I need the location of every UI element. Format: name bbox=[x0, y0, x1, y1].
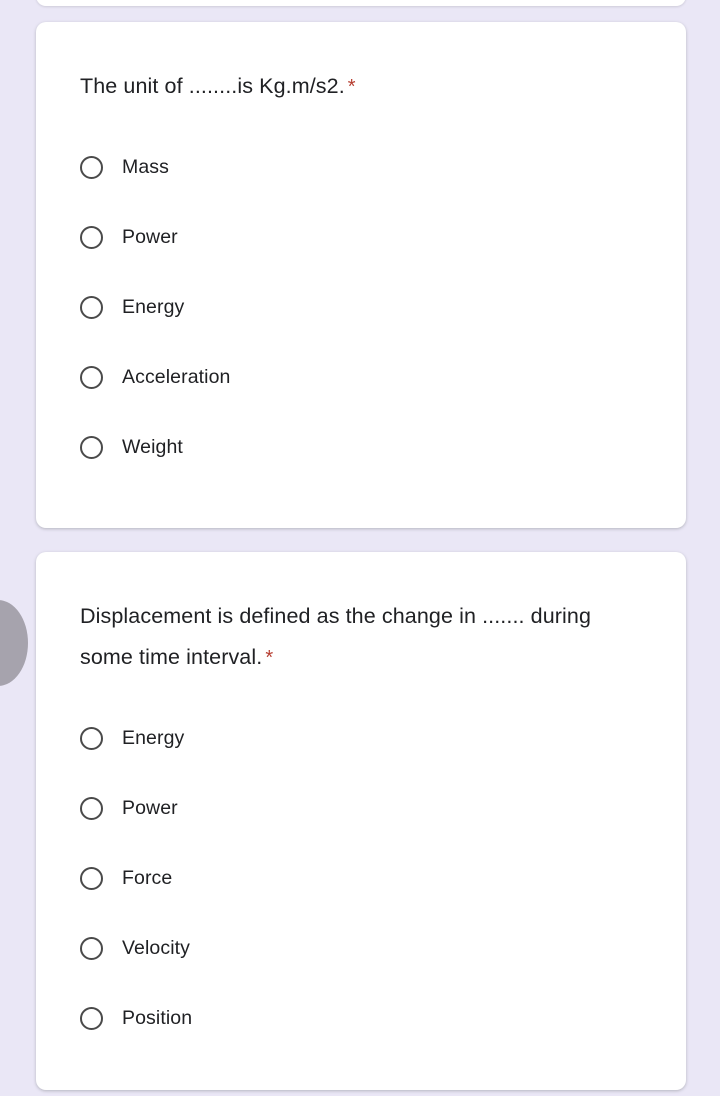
radio-button-icon[interactable] bbox=[80, 936, 103, 960]
question-title: The unit of ........is Kg.m/s2. * bbox=[80, 66, 610, 108]
question-title-text: Displacement is defined as the change in… bbox=[80, 604, 592, 669]
option-label: Power bbox=[122, 225, 178, 248]
option-label: Acceleration bbox=[122, 365, 231, 388]
radio-button-icon[interactable] bbox=[80, 866, 103, 890]
option-label: Velocity bbox=[122, 936, 191, 959]
option-row[interactable]: Energy bbox=[80, 272, 642, 342]
option-row[interactable]: Velocity bbox=[80, 913, 642, 983]
question-title-text: The unit of ........is Kg.m/s2. bbox=[80, 74, 345, 98]
options-group: Mass Power Energy Acceleration Weight bbox=[80, 132, 642, 482]
question-title: Displacement is defined as the change in… bbox=[80, 596, 610, 679]
form-page: The unit of ........is Kg.m/s2. * Mass Po… bbox=[0, 0, 720, 1096]
option-row[interactable]: Power bbox=[80, 773, 642, 843]
option-row[interactable]: Energy bbox=[80, 703, 642, 773]
radio-button-icon[interactable] bbox=[80, 726, 103, 750]
option-label: Mass bbox=[122, 155, 169, 178]
radio-button-icon[interactable] bbox=[80, 225, 103, 249]
radio-button-icon[interactable] bbox=[80, 796, 103, 820]
question-card: Displacement is defined as the change in… bbox=[36, 552, 686, 1090]
option-row[interactable]: Force bbox=[80, 843, 642, 913]
touch-pointer-indicator bbox=[0, 600, 28, 686]
radio-button-icon[interactable] bbox=[80, 295, 103, 319]
option-row[interactable]: Weight bbox=[80, 412, 642, 482]
option-label: Position bbox=[122, 1006, 193, 1029]
required-asterisk: * bbox=[265, 647, 274, 669]
question-card-body: The unit of ........is Kg.m/s2. * Mass Po… bbox=[36, 22, 686, 482]
question-card: The unit of ........is Kg.m/s2. * Mass Po… bbox=[36, 22, 686, 528]
option-row[interactable]: Power bbox=[80, 202, 642, 272]
radio-button-icon[interactable] bbox=[80, 365, 103, 389]
option-label: Energy bbox=[122, 295, 185, 318]
option-row[interactable]: Mass bbox=[80, 132, 642, 202]
radio-button-icon[interactable] bbox=[80, 1006, 103, 1030]
options-group: Energy Power Force Velocity Position bbox=[80, 703, 642, 1053]
required-asterisk: * bbox=[347, 76, 356, 98]
option-row[interactable]: Position bbox=[80, 983, 642, 1053]
radio-button-icon[interactable] bbox=[80, 435, 103, 459]
previous-question-card-partial bbox=[36, 0, 686, 6]
option-label: Force bbox=[122, 866, 173, 889]
option-row[interactable]: Acceleration bbox=[80, 342, 642, 412]
question-card-body: Displacement is defined as the change in… bbox=[36, 552, 686, 1053]
option-label: Energy bbox=[122, 726, 185, 749]
option-label: Weight bbox=[122, 435, 183, 458]
radio-button-icon[interactable] bbox=[80, 155, 103, 179]
option-label: Power bbox=[122, 796, 178, 819]
